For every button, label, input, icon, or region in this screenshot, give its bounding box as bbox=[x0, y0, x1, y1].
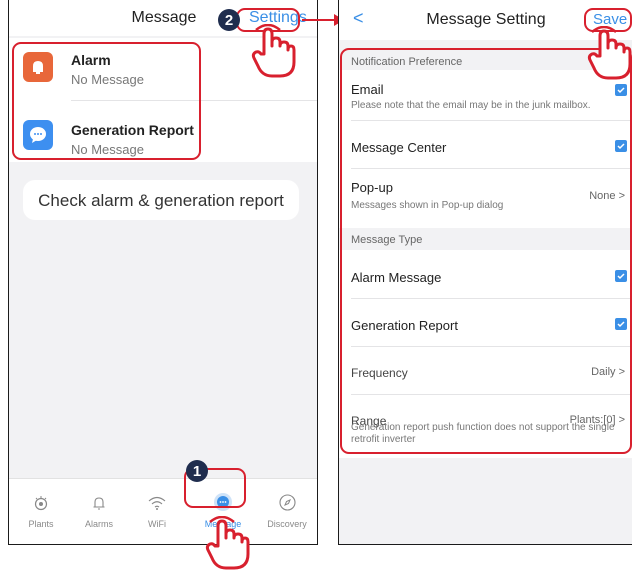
step-badge-2: 2 bbox=[218, 9, 240, 31]
tab-label: Discovery bbox=[267, 519, 307, 529]
tab-wifi[interactable]: WiFi bbox=[129, 479, 185, 539]
wifi-icon bbox=[148, 496, 166, 510]
tab-label: Alarms bbox=[84, 519, 113, 529]
hand-pointer-icon bbox=[587, 26, 632, 80]
hand-pointer-icon bbox=[251, 24, 296, 78]
tab-discovery[interactable]: Discovery bbox=[257, 479, 317, 539]
compass-icon bbox=[279, 494, 296, 511]
highlight-settings-list bbox=[340, 48, 632, 454]
tab-label: WiFi bbox=[148, 519, 166, 529]
highlight-message-list bbox=[12, 42, 201, 160]
tab-label: Plants bbox=[28, 519, 54, 529]
bell-icon bbox=[93, 497, 105, 510]
tab-alarms[interactable]: Alarms bbox=[71, 479, 127, 539]
step-badge-1: 1 bbox=[186, 460, 208, 482]
tab-plants[interactable]: Plants bbox=[13, 479, 69, 539]
plant-icon bbox=[34, 496, 48, 511]
hint-card: Check alarm & generation report bbox=[23, 180, 299, 220]
hand-pointer-icon bbox=[205, 516, 250, 570]
tab-bar: Plants Alarms WiFi Message Discovery bbox=[9, 478, 317, 544]
hint-text: Check alarm & generation report bbox=[38, 191, 284, 210]
